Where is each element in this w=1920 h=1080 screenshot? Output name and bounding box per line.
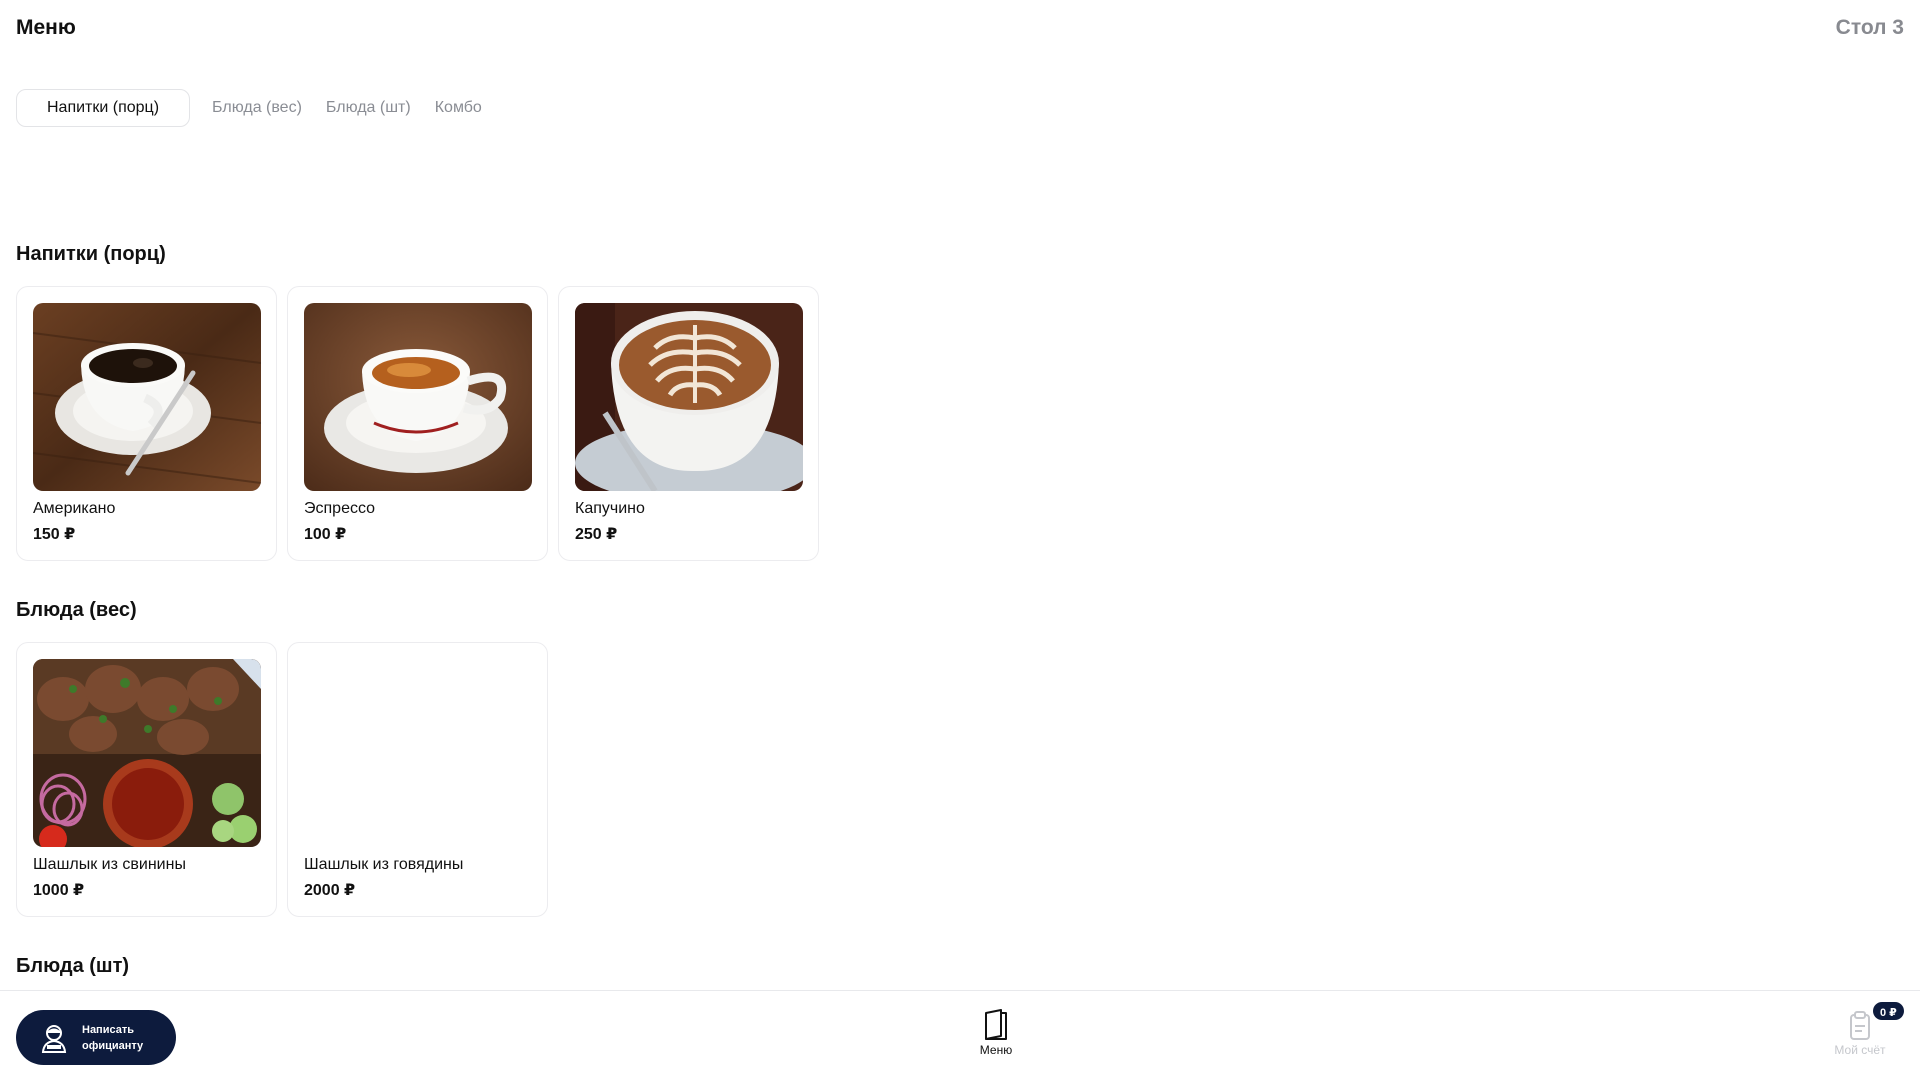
call-waiter-button[interactable]: Написать официанту <box>16 1010 176 1065</box>
dishes-weight-grid: Шашлык из свинины 1000 ₽ Шашлык из говяд… <box>16 642 548 917</box>
item-price: 100 ₽ <box>304 526 347 543</box>
americano-photo <box>33 303 261 491</box>
item-price: 250 ₽ <box>575 526 618 543</box>
menu-item-card[interactable]: Американо 150 ₽ <box>16 286 277 561</box>
image-placeholder <box>304 659 532 847</box>
cappuccino-photo <box>575 303 803 491</box>
item-name: Американо <box>33 500 116 517</box>
waiter-icon <box>41 1024 67 1053</box>
item-price: 2000 ₽ <box>304 882 356 899</box>
section-title-drinks: Напитки (порц) <box>16 243 166 265</box>
item-name: Шашлык из свинины <box>33 856 186 873</box>
tab-drinks[interactable]: Напитки (порц) <box>16 89 191 127</box>
menu-item-card[interactable]: Шашлык из говядины 2000 ₽ <box>287 642 548 917</box>
nav-bill-label: Мой счёт <box>1834 1043 1886 1057</box>
call-waiter-label: Написать официанту <box>82 1023 144 1052</box>
item-name: Капучино <box>575 500 645 517</box>
drinks-grid: Американо 150 ₽ Эспрессо 100 ₽ Капучино … <box>16 286 819 561</box>
book-icon <box>985 1009 1007 1040</box>
tab-combo[interactable]: Комбо <box>423 89 494 127</box>
espresso-photo <box>304 303 532 491</box>
section-title-dishes-weight: Блюда (вес) <box>16 599 137 621</box>
nav-menu[interactable]: Меню <box>972 1009 1020 1057</box>
item-price: 150 ₽ <box>33 526 76 543</box>
item-name: Шашлык из говядины <box>304 856 464 873</box>
header: Меню Стол 3 <box>0 0 1920 60</box>
nav-menu-label: Меню <box>979 1043 1013 1057</box>
item-price: 1000 ₽ <box>33 882 85 899</box>
tab-dishes-weight[interactable]: Блюда (вес) <box>200 89 314 127</box>
section-title-dishes-pcs: Блюда (шт) <box>16 955 130 977</box>
menu-item-card[interactable]: Шашлык из свинины 1000 ₽ <box>16 642 277 917</box>
menu-item-card[interactable]: Эспрессо 100 ₽ <box>287 286 548 561</box>
tab-dishes-pcs[interactable]: Блюда (шт) <box>314 89 423 127</box>
bill-total-badge: 0 ₽ <box>1871 1000 1906 1022</box>
category-tabs: Напитки (порц) Блюда (вес) Блюда (шт) Ко… <box>16 89 494 127</box>
pork-shashlik-photo <box>33 659 261 847</box>
item-name: Эспрессо <box>304 500 376 517</box>
table-number: Стол 3 <box>1835 16 1904 39</box>
menu-item-card[interactable]: Капучино 250 ₽ <box>558 286 819 561</box>
bottom-bar: Написать официанту Меню Мой счёт 0 ₽ <box>0 990 1920 1080</box>
page-title: Меню <box>16 16 76 39</box>
